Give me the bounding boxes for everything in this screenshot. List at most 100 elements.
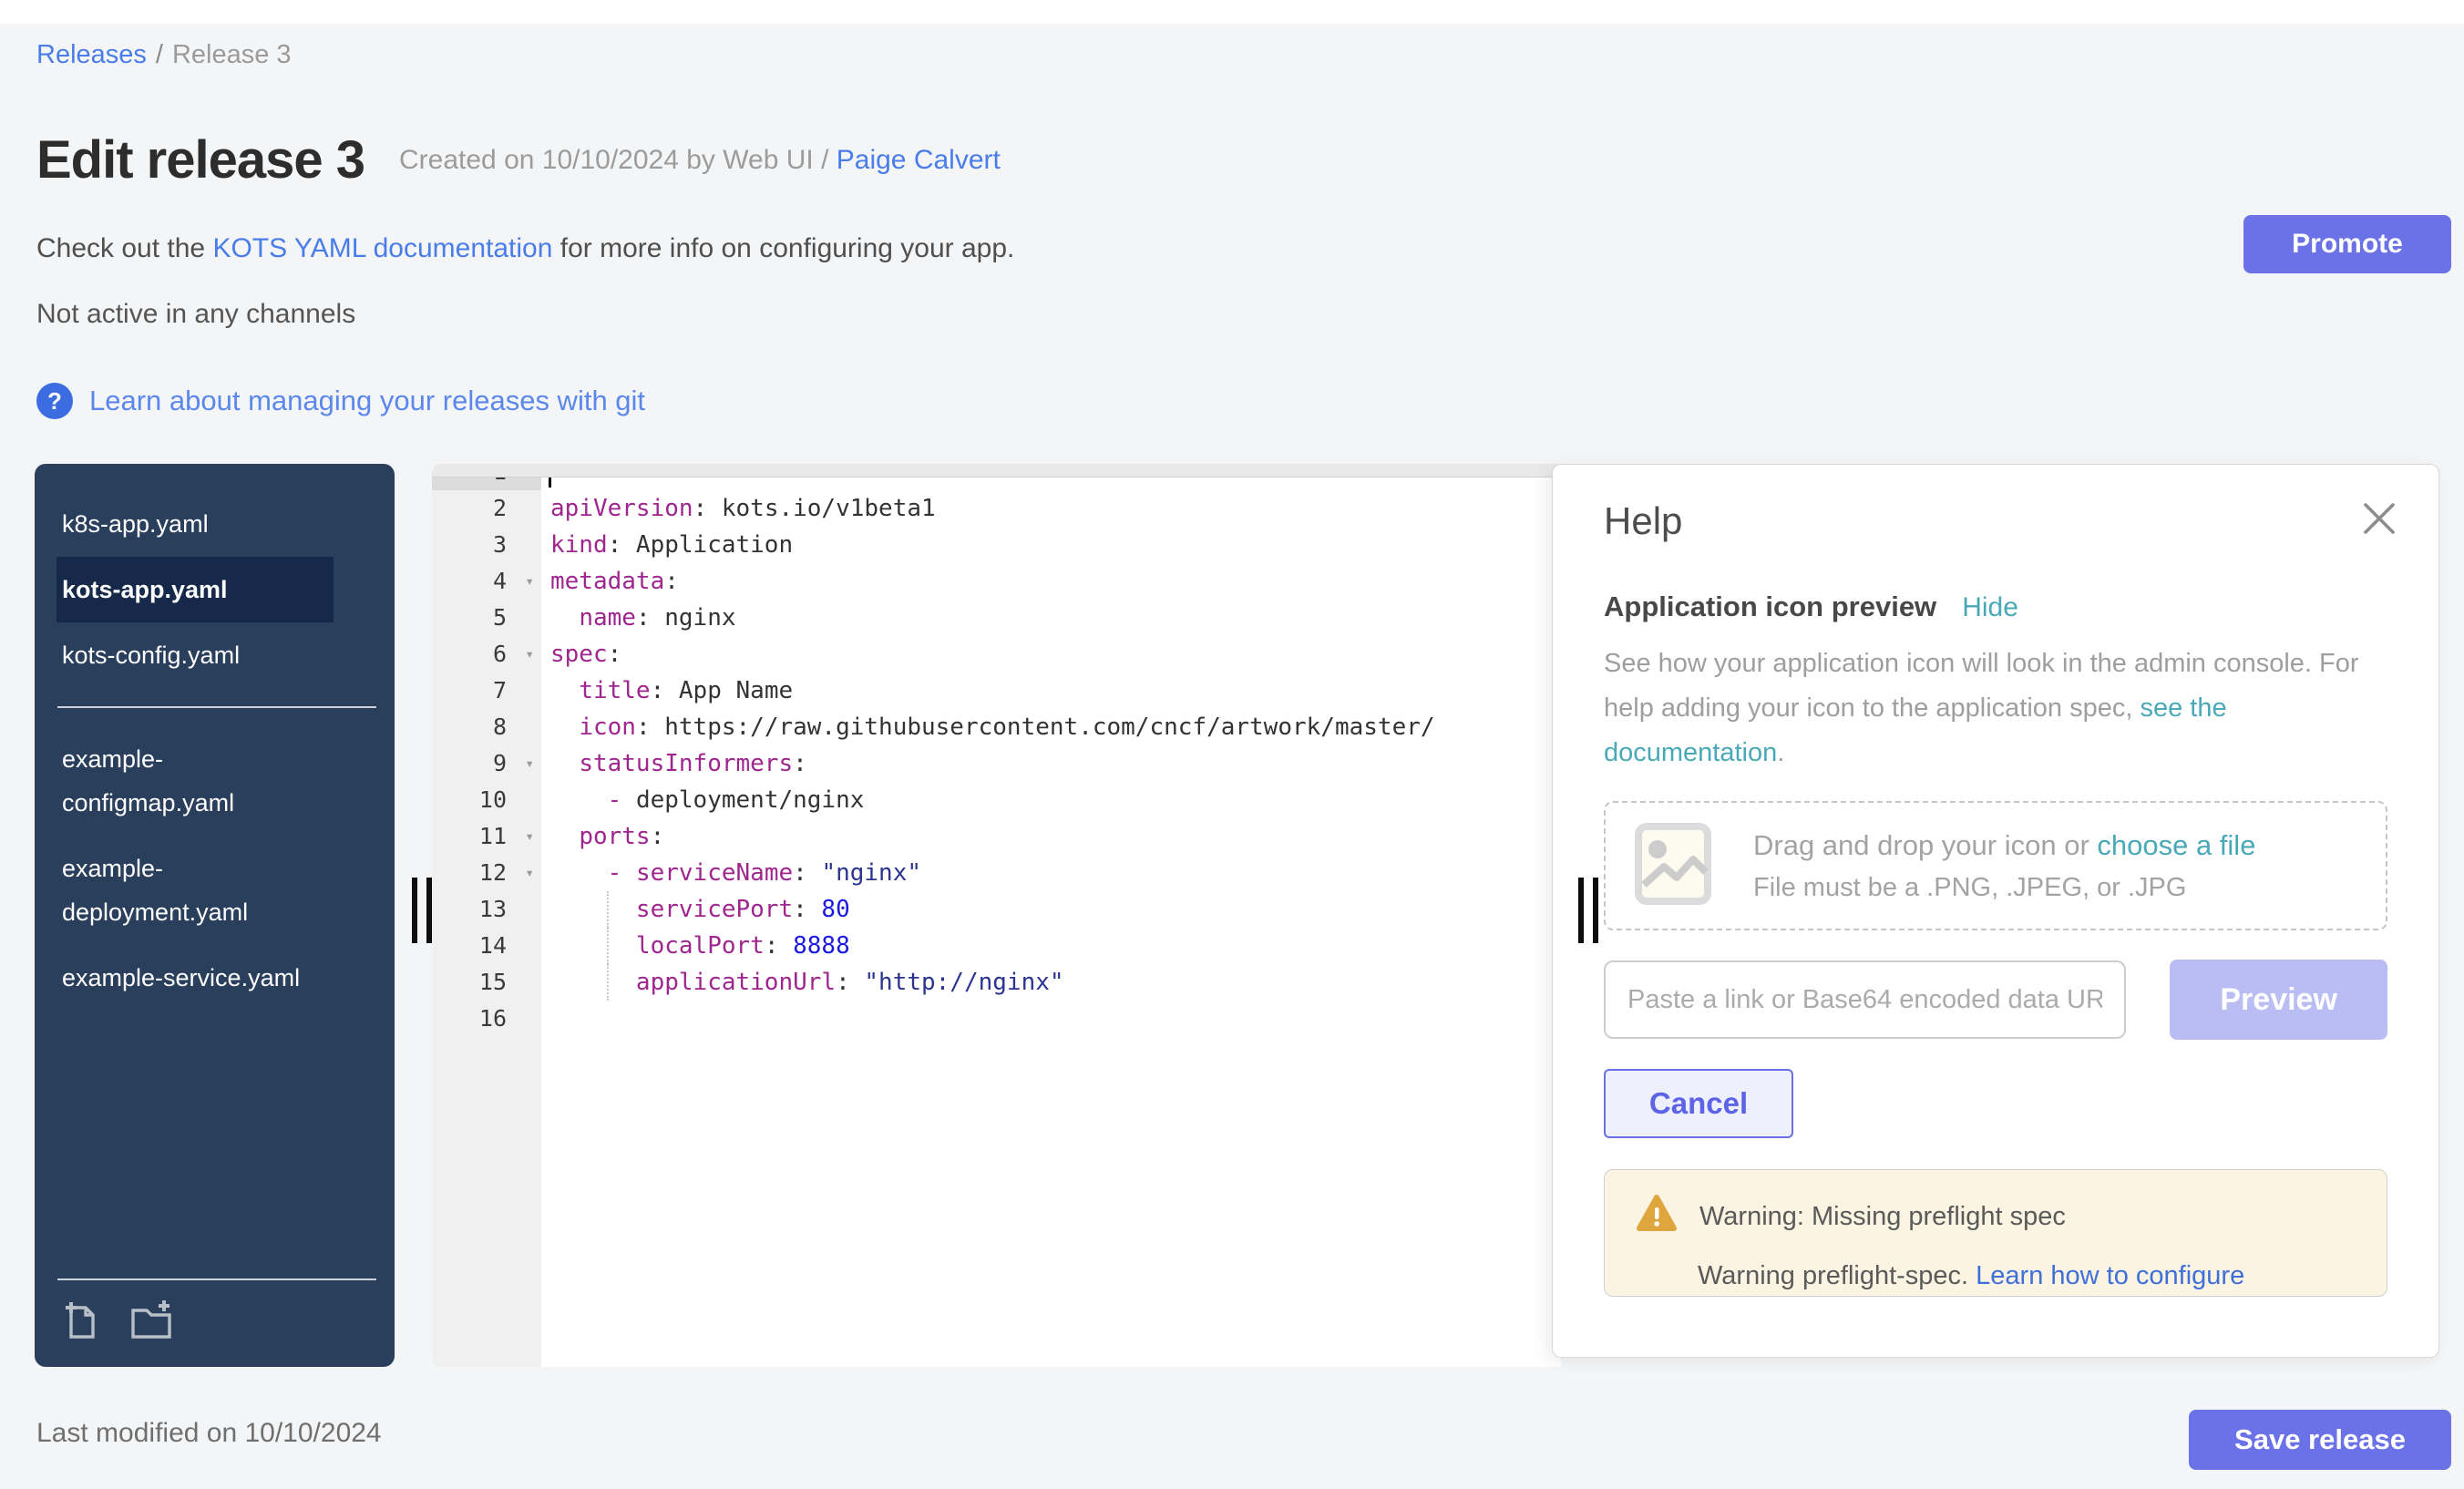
line-number: 14 <box>432 928 541 964</box>
code-line[interactable]: name: nginx <box>541 600 1561 636</box>
sidebar-divider <box>57 706 376 708</box>
help-panel: Help Application icon preview Hide See h… <box>1552 464 2439 1358</box>
code-line[interactable]: apiVersion: kots.io/v1beta1 <box>541 490 1561 527</box>
editor-gutter: 1234▾56▾789▾1011▾12▾13141516 <box>432 478 541 1367</box>
line-number: 3 <box>432 527 541 563</box>
line-number: 2 <box>432 490 541 527</box>
choose-file-link[interactable]: choose a file <box>2097 829 2255 861</box>
dropzone-hint: File must be a .PNG, .JPEG, or .JPG <box>1753 873 2255 903</box>
fold-chevron-icon[interactable]: ▾ <box>525 855 534 891</box>
preflight-warning: Warning: Missing preflight spec Warning … <box>1604 1169 2387 1297</box>
fold-chevron-icon[interactable]: ▾ <box>525 563 534 600</box>
line-number: 5 <box>432 600 541 636</box>
warning-line2-text: Warning preflight-spec. <box>1698 1261 1976 1290</box>
indent-guide <box>607 964 609 1001</box>
yaml-editor[interactable]: 1234▾56▾789▾1011▾12▾13141516 ---apiVersi… <box>432 464 1561 1367</box>
git-help-row: ? Learn about managing your releases wit… <box>36 383 645 419</box>
created-info: Created on 10/10/2024 by Web UI / Paige … <box>399 145 1001 176</box>
file-sidebar: k8s-app.yamlkots-app.yamlkots-config.yam… <box>35 464 395 1367</box>
line-number: 7 <box>432 673 541 709</box>
code-line[interactable]: localPort: 8888 <box>541 928 1561 964</box>
line-number: 11▾ <box>432 818 541 855</box>
image-placeholder-icon <box>1633 819 1713 913</box>
icon-dropzone[interactable]: Drag and drop your icon or choose a file… <box>1604 801 2387 930</box>
icon-preview-title: Application icon preview <box>1604 590 1936 623</box>
indent-guide <box>607 928 609 964</box>
warning-text: Warning: Missing preflight spec <box>1699 1202 2066 1232</box>
preview-button[interactable]: Preview <box>2170 960 2387 1040</box>
indent-guide <box>607 891 609 928</box>
intro-text-before: Check out the <box>36 233 212 263</box>
cancel-button[interactable]: Cancel <box>1604 1069 1793 1138</box>
new-folder-icon[interactable] <box>128 1299 177 1347</box>
code-line[interactable]: ports: <box>541 818 1561 855</box>
text-cursor <box>549 478 551 488</box>
code-line[interactable]: statusInformers: <box>541 745 1561 782</box>
sidebar-file-item[interactable]: k8s-app.yaml <box>56 491 334 557</box>
intro-line: Check out the KOTS YAML documentation fo… <box>36 233 1014 264</box>
code-line[interactable]: kind: Application <box>541 527 1561 563</box>
top-band <box>0 0 2464 24</box>
code-line[interactable]: icon: https://raw.githubusercontent.com/… <box>541 709 1561 745</box>
help-description: See how your application icon will look … <box>1604 642 2387 775</box>
save-release-button[interactable]: Save release <box>2189 1410 2451 1470</box>
code-line[interactable]: metadata: <box>541 563 1561 600</box>
new-file-icon[interactable] <box>58 1299 102 1347</box>
breadcrumb-current: Release 3 <box>172 40 292 69</box>
line-number: 8 <box>432 709 541 745</box>
editor-code-area[interactable]: ---apiVersion: kots.io/v1beta1kind: Appl… <box>541 478 1561 1367</box>
created-author-link[interactable]: Paige Calvert <box>837 145 1001 175</box>
breadcrumb-releases-link[interactable]: Releases <box>36 40 147 69</box>
code-line[interactable]: - deployment/nginx <box>541 782 1561 818</box>
help-desc-text: See how your application icon will look … <box>1604 649 2359 723</box>
line-number: 12▾ <box>432 855 541 891</box>
sidebar-file-item[interactable]: example-service.yaml <box>56 945 334 1011</box>
line-number: 10 <box>432 782 541 818</box>
code-line[interactable]: --- <box>541 478 1561 490</box>
dropzone-text-plain: Drag and drop your icon or <box>1753 829 2097 861</box>
last-modified-text: Last modified on 10/10/2024 <box>36 1418 382 1449</box>
sidebar-file-item[interactable]: kots-app.yaml <box>56 557 334 622</box>
fold-chevron-icon[interactable]: ▾ <box>525 745 534 782</box>
code-line[interactable]: applicationUrl: "http://nginx" <box>541 964 1561 1001</box>
dropzone-text: Drag and drop your icon or choose a file <box>1753 829 2255 862</box>
line-number: 13 <box>432 891 541 928</box>
close-icon[interactable] <box>2358 498 2400 539</box>
warning-line2: Warning preflight-spec. Learn how to con… <box>1698 1261 2356 1291</box>
intro-text-after: for more info on configuring your app. <box>552 233 1014 263</box>
breadcrumb-separator: / <box>147 40 172 69</box>
code-line[interactable]: title: App Name <box>541 673 1561 709</box>
help-title: Help <box>1604 499 2387 543</box>
help-resize-handle[interactable] <box>1578 878 1609 943</box>
file-list-top: k8s-app.yamlkots-app.yamlkots-config.yam… <box>35 464 395 688</box>
sidebar-file-item[interactable]: kots-config.yaml <box>56 622 334 688</box>
code-line[interactable]: spec: <box>541 636 1561 673</box>
editor-resize-handle[interactable] <box>412 878 443 943</box>
icon-url-input[interactable] <box>1604 960 2126 1039</box>
fold-chevron-icon[interactable]: ▾ <box>525 636 534 673</box>
line-number: 4▾ <box>432 563 541 600</box>
learn-configure-link[interactable]: Learn how to configure <box>1976 1261 2244 1290</box>
line-number: 15 <box>432 964 541 1001</box>
sidebar-file-item[interactable]: example-deployment.yaml <box>56 836 334 945</box>
sidebar-file-item[interactable]: example-configmap.yaml <box>56 726 334 836</box>
line-number: 9▾ <box>432 745 541 782</box>
fold-chevron-icon[interactable]: ▾ <box>525 818 534 855</box>
sidebar-bottom <box>35 1260 395 1367</box>
code-line[interactable] <box>541 1001 1561 1037</box>
line-number: 6▾ <box>432 636 541 673</box>
page-title: Edit release 3 <box>36 129 364 190</box>
created-text: Created on 10/10/2024 by Web UI / <box>399 145 837 175</box>
kots-yaml-doc-link[interactable]: KOTS YAML documentation <box>212 233 552 263</box>
git-releases-link[interactable]: Learn about managing your releases with … <box>89 385 645 417</box>
question-mark-icon: ? <box>36 383 73 419</box>
code-line[interactable]: servicePort: 80 <box>541 891 1561 928</box>
code-line[interactable]: - serviceName: "nginx" <box>541 855 1561 891</box>
title-row: Edit release 3 Created on 10/10/2024 by W… <box>36 129 1001 190</box>
breadcrumb: Releases/Release 3 <box>36 40 292 70</box>
promote-button[interactable]: Promote <box>2243 215 2451 273</box>
hide-link[interactable]: Hide <box>1962 592 2018 623</box>
warning-triangle-icon <box>1636 1194 1678 1239</box>
editor-scrollbar-track[interactable] <box>432 464 1561 478</box>
file-list-bottom: example-configmap.yamlexample-deployment… <box>35 726 395 1011</box>
